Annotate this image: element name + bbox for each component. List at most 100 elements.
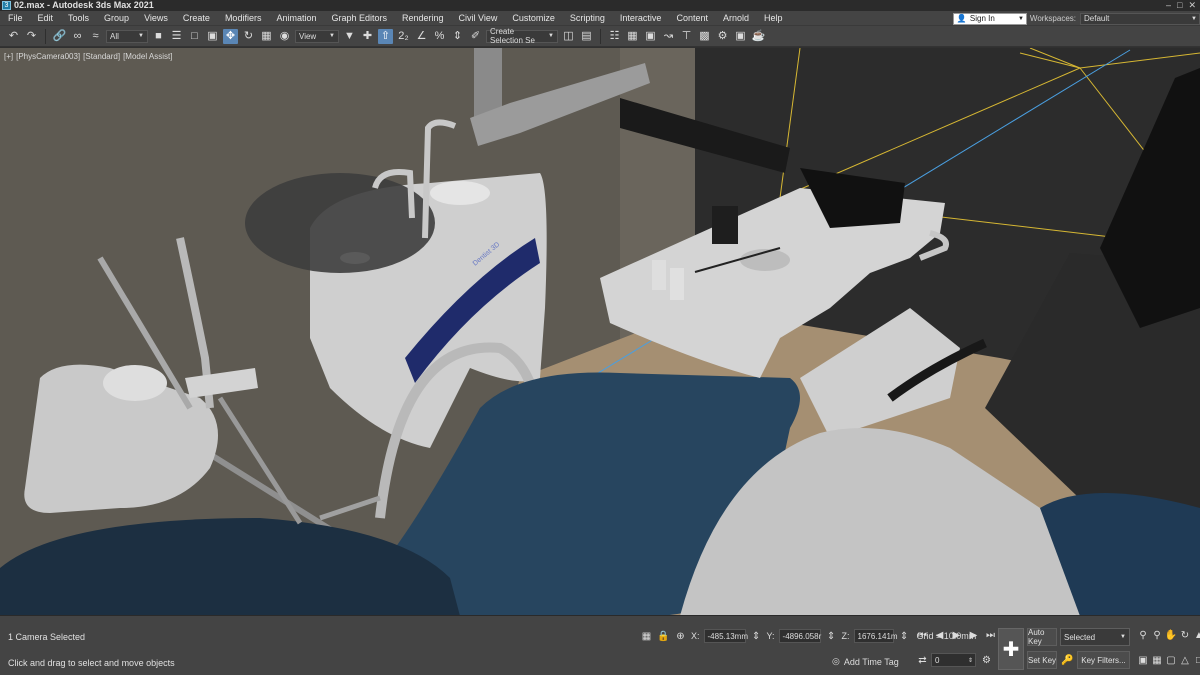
select-and-place-icon[interactable]: ◉	[277, 29, 292, 44]
set-key-button[interactable]: Set Key	[1027, 651, 1057, 669]
menu-animation[interactable]: Animation	[268, 11, 323, 26]
layer-explorer-icon[interactable]: ▦	[625, 29, 640, 44]
viewport-display-menu[interactable]: [Model Assist]	[123, 52, 172, 61]
maximize-viewport-icon[interactable]: ▢	[1165, 653, 1177, 667]
angle-snap-icon[interactable]: ∠	[414, 29, 429, 44]
key-mode-select[interactable]: Selected ▼	[1060, 628, 1130, 646]
menu-graph-editors[interactable]: Graph Editors	[323, 11, 394, 26]
snaps-toggle-icon[interactable]: 2₂	[396, 29, 411, 44]
render-production-icon[interactable]: ☕	[751, 29, 766, 44]
key-filters-button[interactable]: Key Filters...	[1077, 651, 1130, 669]
sign-in-dropdown[interactable]: 👤 Sign In ▼	[952, 12, 1027, 25]
go-to-start-icon[interactable]: ⏮	[916, 628, 929, 642]
menu-group[interactable]: Group	[96, 11, 136, 26]
3ds-max-app-icon[interactable]: 3	[2, 1, 11, 10]
play-icon[interactable]: ▶	[950, 628, 963, 642]
x-coordinate-field[interactable]: -485.13mm	[703, 629, 748, 643]
menu-scripting[interactable]: Scripting	[562, 11, 612, 26]
time-tag-area[interactable]: ◎ Add Time Tag	[832, 656, 899, 667]
pan-icon[interactable]: ✋	[1165, 628, 1177, 642]
next-frame-icon[interactable]: ▶	[967, 628, 980, 642]
select-and-rotate-icon[interactable]: ↻	[241, 29, 256, 44]
link-icon[interactable]: 🔗	[52, 29, 67, 44]
close-icon[interactable]: ✕	[1188, 0, 1196, 11]
zoom-icon[interactable]: ⚲	[1137, 628, 1149, 642]
field-of-view-icon[interactable]: ▲	[1193, 628, 1200, 642]
viewport-general-menu[interactable]: [+]	[4, 52, 13, 61]
curve-editor-icon[interactable]: ↝	[661, 29, 676, 44]
maximize-icon[interactable]: □	[1177, 0, 1182, 11]
window-crossing-icon[interactable]: ▣	[205, 29, 220, 44]
auto-key-button[interactable]: Auto Key	[1027, 628, 1057, 646]
menu-interactive[interactable]: Interactive	[612, 11, 669, 26]
menu-civil-view[interactable]: Civil View	[451, 11, 505, 26]
zoom-all-icon[interactable]: ⚲	[1151, 628, 1163, 642]
select-manipulate-icon[interactable]: ✚	[360, 29, 375, 44]
zoom-extents-icon[interactable]: ▣	[1137, 653, 1149, 667]
perspective-viewport[interactable]: Dentist 3D [+] [PhysCamera003] [Standard…	[0, 47, 1200, 615]
menu-file[interactable]: File	[0, 11, 30, 26]
z-coordinate-field[interactable]: 1676.141m	[853, 629, 898, 643]
menu-views[interactable]: Views	[136, 11, 175, 26]
previous-frame-icon[interactable]: ◀	[933, 628, 946, 642]
walk-through-icon[interactable]: △	[1179, 653, 1191, 667]
named-selection-set-select[interactable]: Create Selection Se ▼	[486, 27, 558, 45]
viewport-camera-menu[interactable]: [PhysCamera003]	[16, 52, 80, 61]
selection-lock-icon[interactable]: 🔒	[657, 630, 670, 643]
go-to-end-icon[interactable]: ⏭	[984, 628, 997, 642]
menu-modifiers[interactable]: Modifiers	[217, 11, 269, 26]
time-configuration-icon[interactable]: ⚙	[980, 653, 993, 667]
select-and-move-icon[interactable]: ✥	[223, 28, 238, 44]
menu-create[interactable]: Create	[175, 11, 217, 26]
schematic-view-icon[interactable]: ⊤	[679, 29, 694, 44]
maximize-toggle-icon[interactable]: □	[1193, 653, 1200, 667]
menu-tools[interactable]: Tools	[60, 11, 96, 26]
zoom-extents-all-icon[interactable]: ▦	[1151, 653, 1163, 667]
pivot-center-icon[interactable]: ▼	[342, 29, 357, 44]
workspaces-select[interactable]: Default ▼	[1080, 12, 1200, 25]
selection-filter-value: All	[110, 31, 119, 41]
menu-arnold[interactable]: Arnold	[715, 11, 756, 26]
orbit-icon[interactable]: ↻	[1179, 628, 1191, 642]
x-spinner-icon[interactable]: ⇕	[750, 630, 763, 643]
current-frame-field[interactable]: 0 ⇕	[931, 653, 976, 667]
reference-coordinate-select[interactable]: View ▼	[295, 29, 339, 43]
menu-content[interactable]: Content	[668, 11, 715, 26]
y-coordinate-field[interactable]: -4896.058r	[778, 629, 821, 643]
render-setup-icon[interactable]: ⚙	[715, 29, 730, 44]
rendered-frame-window-icon[interactable]: ▣	[733, 29, 748, 44]
isolate-selection-icon[interactable]: ▦	[640, 630, 653, 643]
menu-help[interactable]: Help	[756, 11, 790, 26]
menu-rendering[interactable]: Rendering	[394, 11, 451, 26]
scene-explorer-icon[interactable]: ☷	[607, 29, 622, 44]
undo-icon[interactable]: ↶	[6, 29, 21, 44]
key-icon[interactable]: 🔑	[1061, 653, 1074, 667]
align-icon[interactable]: ▤	[579, 29, 594, 44]
spinner-snap-icon[interactable]: ⇕	[450, 29, 465, 44]
select-by-name-icon[interactable]: ☰	[169, 29, 184, 44]
y-spinner-icon[interactable]: ⇕	[825, 630, 838, 643]
minimize-icon[interactable]: –	[1166, 0, 1171, 11]
key-mode-toggle-icon[interactable]: ⇄	[916, 653, 929, 667]
set-keys-button[interactable]: ✚	[998, 628, 1024, 670]
absolute-mode-icon[interactable]: ⊕	[674, 630, 687, 643]
named-selection-set-value: Create Selection Se	[490, 27, 535, 45]
menu-edit[interactable]: Edit	[30, 11, 61, 26]
select-and-scale-icon[interactable]: ▦	[259, 29, 274, 44]
percent-snap-icon[interactable]: %	[432, 29, 447, 44]
keyboard-shortcut-override-icon[interactable]: ⇧	[378, 28, 393, 44]
ribbon-toggle-icon[interactable]: ▣	[643, 29, 658, 44]
selection-filter-select[interactable]: All ▼	[106, 29, 148, 43]
edit-named-selection-icon[interactable]: ✐	[468, 29, 483, 44]
redo-icon[interactable]: ↷	[24, 29, 39, 44]
select-object-icon[interactable]: ■	[151, 29, 166, 44]
bind-space-warp-icon[interactable]: ≈	[88, 29, 103, 44]
unlink-icon[interactable]: ∞	[70, 29, 85, 44]
menu-customize[interactable]: Customize	[504, 11, 562, 26]
viewport-shading-menu[interactable]: [Standard]	[83, 52, 120, 61]
mirror-icon[interactable]: ◫	[561, 29, 576, 44]
z-spinner-icon[interactable]: ⇕	[898, 630, 911, 643]
material-editor-icon[interactable]: ▩	[697, 29, 712, 44]
playback-controls: ⏮ ◀ ▶ ▶ ⏭	[916, 628, 997, 642]
rectangular-selection-icon[interactable]: □	[187, 29, 202, 44]
